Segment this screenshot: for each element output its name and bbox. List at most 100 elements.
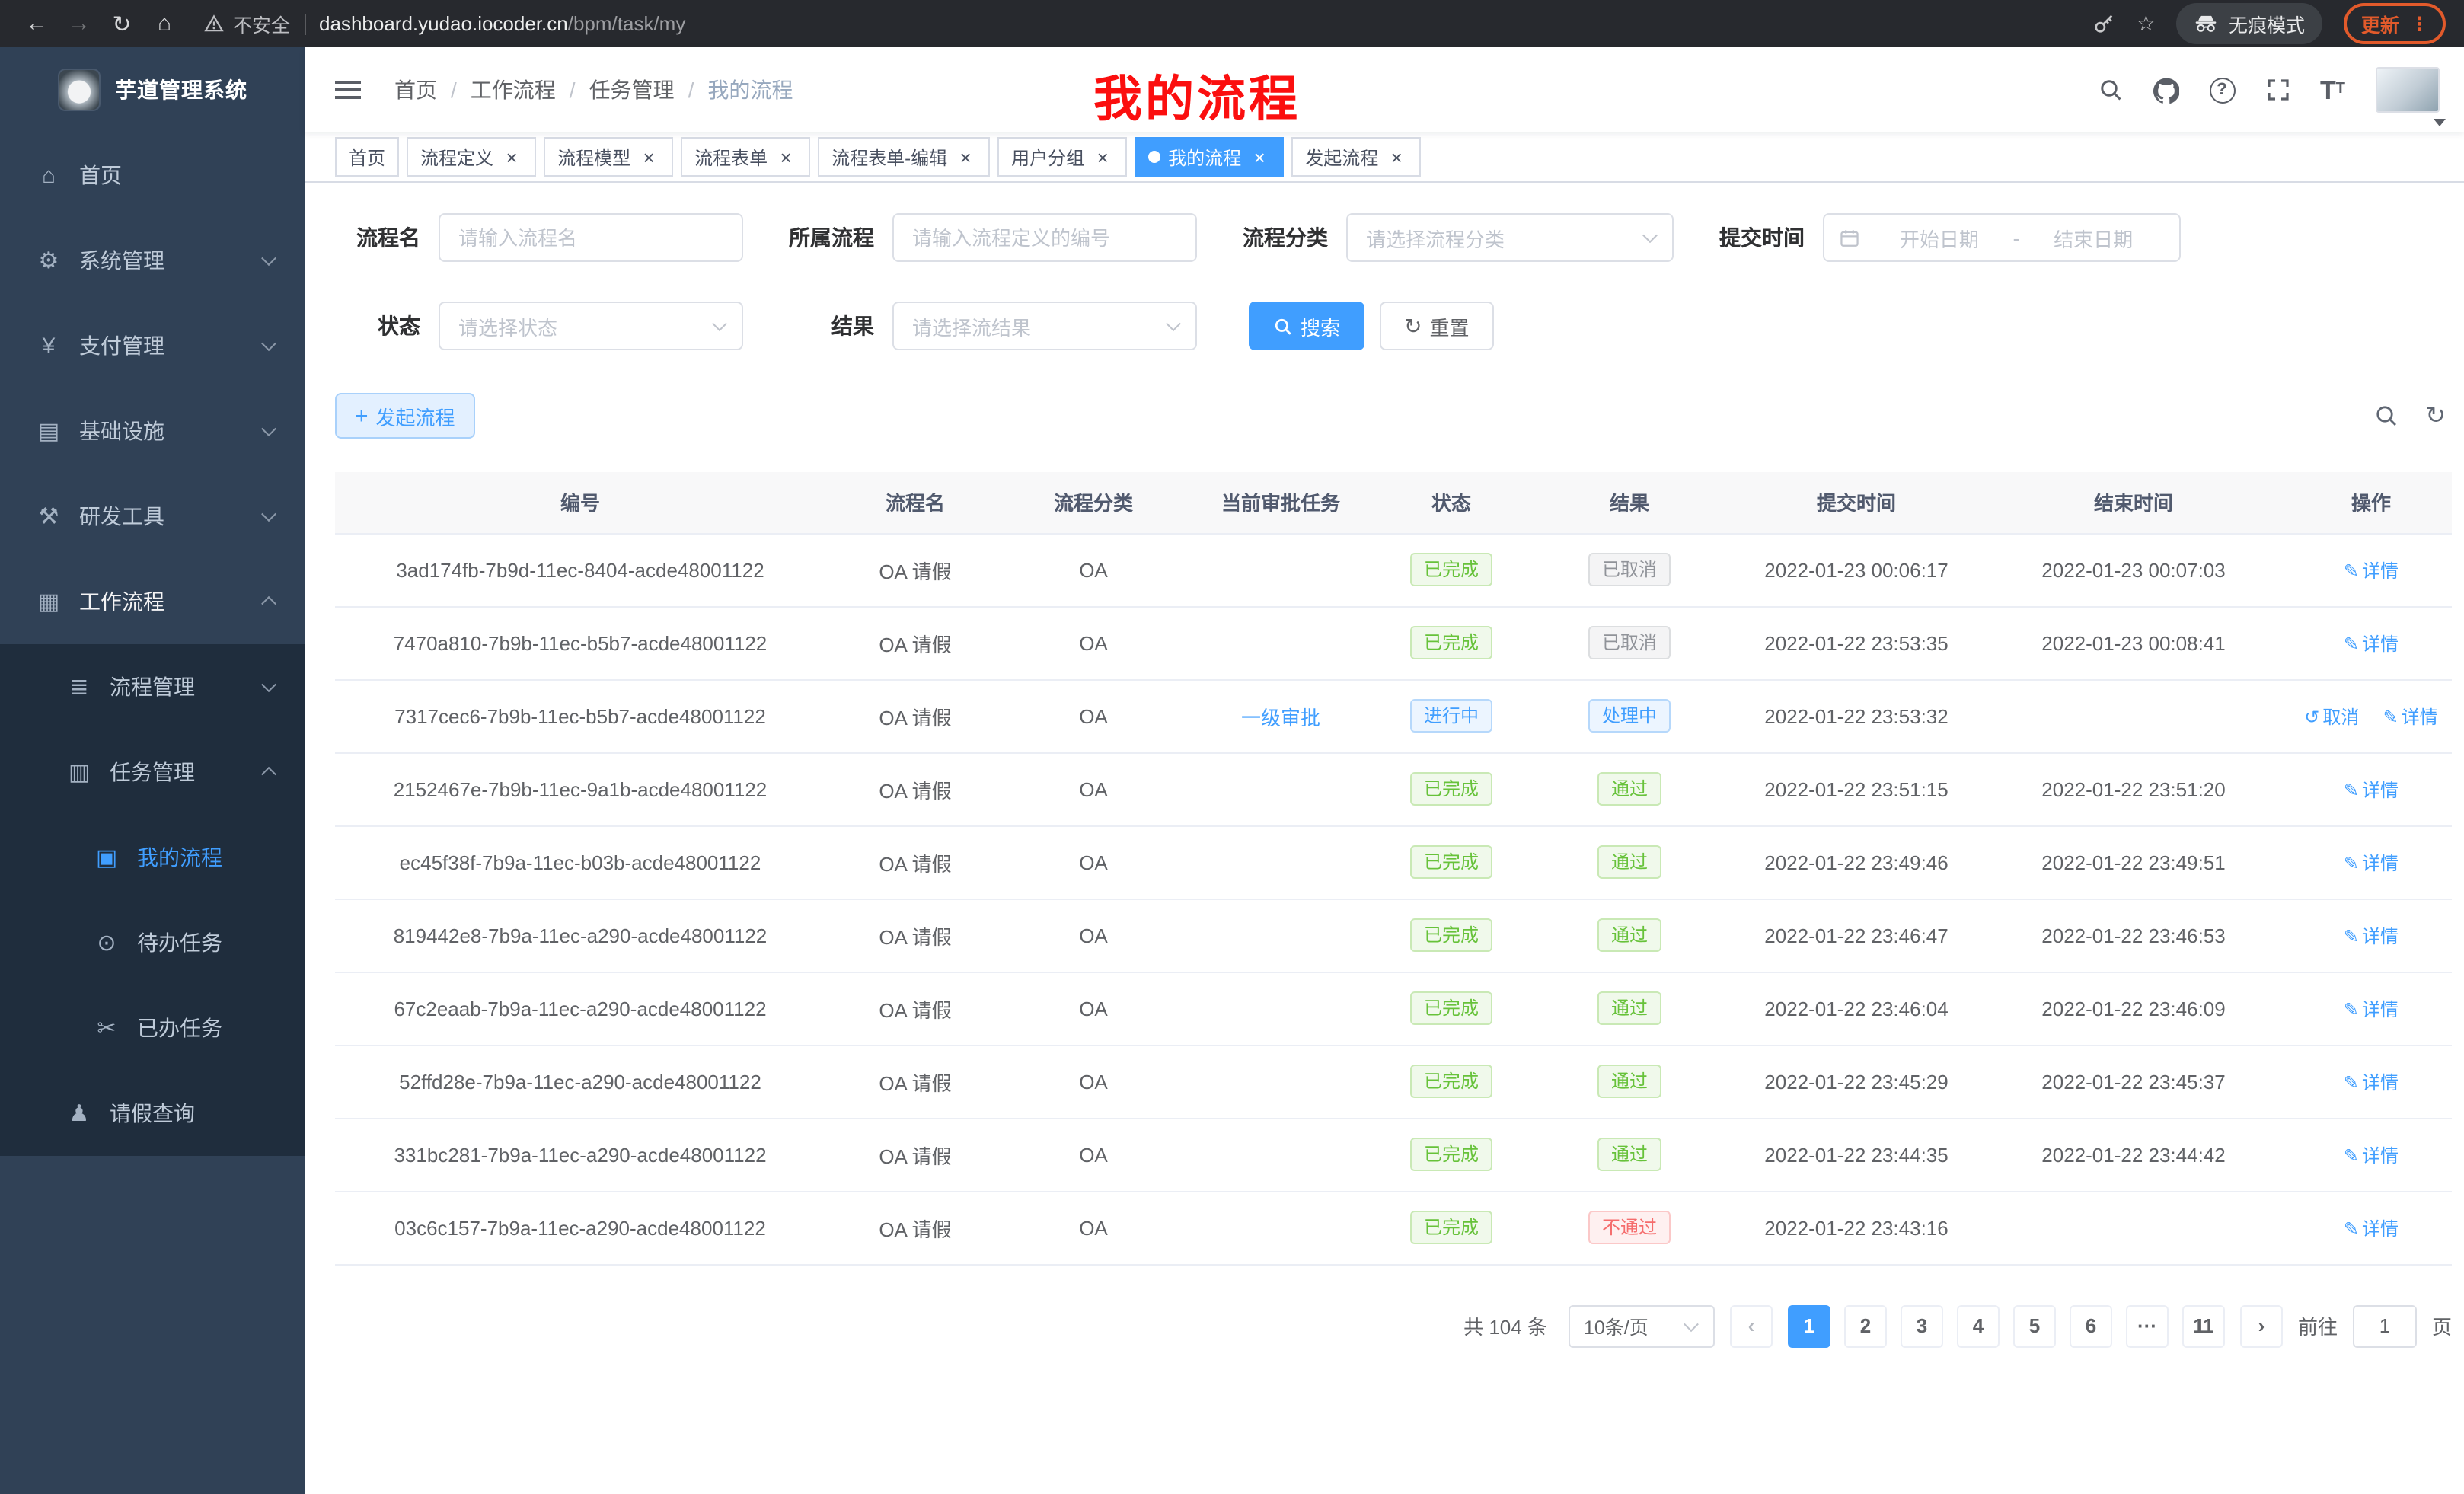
page-number-button[interactable]: 6 xyxy=(2070,1304,2112,1347)
detail-link[interactable]: ✎详情 xyxy=(2344,1071,2399,1093)
hamburger-icon[interactable] xyxy=(329,75,367,105)
address-bar[interactable]: 不安全 dashboard.yudao.iocoder.cn/bpm/task/… xyxy=(204,9,2086,38)
next-page-button[interactable]: › xyxy=(2240,1304,2283,1347)
page-number-button[interactable]: 2 xyxy=(1844,1304,1887,1347)
detail-link[interactable]: ✎详情 xyxy=(2344,560,2399,581)
sidebar-menu-item[interactable]: ▣ 我的流程 xyxy=(0,815,305,900)
site-security[interactable]: 不安全 xyxy=(204,9,290,38)
detail-link[interactable]: ✎详情 xyxy=(2383,706,2438,727)
sidebar-menu-item[interactable]: ≣ 流程管理 xyxy=(0,644,305,729)
search-button[interactable]: 搜索 xyxy=(1249,302,1364,350)
table-row: 2152467e-7b9b-11ec-9a1b-acde48001122 OA … xyxy=(335,752,2452,825)
close-icon[interactable]: × xyxy=(1092,146,1113,168)
detail-link[interactable]: ✎详情 xyxy=(2344,1218,2399,1239)
column-header[interactable]: 流程分类 xyxy=(1005,472,1182,533)
breadcrumb-item[interactable]: 我的流程 xyxy=(707,75,793,105)
detail-link[interactable]: ✎详情 xyxy=(2344,779,2399,800)
page-number-button[interactable]: 5 xyxy=(2013,1304,2056,1347)
update-button[interactable]: 更新 ⋮ xyxy=(2344,3,2446,44)
close-icon[interactable]: × xyxy=(501,146,522,168)
column-header[interactable]: 结束时间 xyxy=(1977,472,2290,533)
table-row: 67c2eaab-7b9a-11ec-a290-acde48001122 OA … xyxy=(335,972,2452,1045)
status-filter-select[interactable]: 请选择状态 xyxy=(439,302,743,350)
cell-category: OA xyxy=(1005,1118,1182,1191)
column-header[interactable]: 状态 xyxy=(1380,472,1523,533)
font-size-icon[interactable]: TT xyxy=(2320,77,2345,103)
reload-icon[interactable]: ↻ xyxy=(104,10,140,37)
close-icon[interactable]: × xyxy=(1386,146,1407,168)
view-tab[interactable]: 流程模型 × xyxy=(544,137,673,177)
detail-link[interactable]: ✎详情 xyxy=(2344,925,2399,947)
avatar[interactable] xyxy=(2376,67,2440,113)
page-size-select[interactable]: 10条/页 xyxy=(1569,1304,1715,1347)
close-icon[interactable]: × xyxy=(638,146,659,168)
sidebar-menu-item[interactable]: ✂ 已办任务 xyxy=(0,985,305,1071)
help-icon[interactable]: ? xyxy=(2209,77,2235,103)
forward-icon[interactable]: → xyxy=(61,11,97,37)
fullscreen-icon[interactable] xyxy=(2265,78,2290,102)
show-search-icon[interactable] xyxy=(2373,404,2398,428)
reset-button[interactable]: ↻ 重置 xyxy=(1380,302,1494,350)
close-icon[interactable]: × xyxy=(1249,146,1270,168)
detail-link[interactable]: ✎详情 xyxy=(2344,1144,2399,1166)
column-header[interactable]: 当前审批任务 xyxy=(1182,472,1380,533)
breadcrumb-item[interactable]: 工作流程 xyxy=(471,75,556,105)
name-filter-input[interactable] xyxy=(439,213,743,262)
github-icon[interactable] xyxy=(2153,77,2178,103)
sidebar-menu-item[interactable]: ▦ 工作流程 xyxy=(0,559,305,644)
sidebar-menu-item[interactable]: ▤ 基础设施 xyxy=(0,388,305,474)
sidebar-menu-item[interactable]: ⊙ 待办任务 xyxy=(0,900,305,985)
detail-link[interactable]: ✎详情 xyxy=(2344,633,2399,654)
cell-submit-time: 2022-01-22 23:46:04 xyxy=(1736,972,1977,1045)
result-filter-select[interactable]: 请选择流结果 xyxy=(892,302,1197,350)
view-tab[interactable]: 用户分组 × xyxy=(997,137,1127,177)
close-icon[interactable]: × xyxy=(955,146,976,168)
search-icon[interactable] xyxy=(2098,78,2122,102)
view-tab[interactable]: 流程定义 × xyxy=(407,137,536,177)
category-filter-select[interactable]: 请选择流程分类 xyxy=(1346,213,1674,262)
sidebar-menu-item[interactable]: ⌂ 首页 xyxy=(0,132,305,218)
definition-filter-input[interactable] xyxy=(892,213,1197,262)
breadcrumb-item[interactable]: 任务管理 xyxy=(589,75,675,105)
submit-time-range-picker[interactable]: 开始日期 - 结束日期 xyxy=(1823,213,2181,262)
browser-menu-icon[interactable]: ⋮ xyxy=(2410,12,2429,35)
page-number-button[interactable]: 4 xyxy=(1957,1304,2000,1347)
page-number-button[interactable]: 1 xyxy=(1788,1304,1830,1347)
app-logo[interactable]: 芋道管理系统 xyxy=(0,47,305,132)
browser-home-icon[interactable]: ⌂ xyxy=(146,11,183,37)
column-header[interactable]: 流程名 xyxy=(825,472,1005,533)
prev-page-button[interactable]: ‹ xyxy=(1730,1304,1773,1347)
cancel-link[interactable]: ↺取消 xyxy=(2304,706,2359,727)
view-tab[interactable]: 流程表单 × xyxy=(681,137,810,177)
sidebar-menu-item[interactable]: ♟ 请假查询 xyxy=(0,1071,305,1156)
key-icon[interactable] xyxy=(2092,12,2115,35)
sidebar-menu-item[interactable]: ⚙ 系统管理 xyxy=(0,218,305,303)
page-number-button[interactable]: 3 xyxy=(1901,1304,1943,1347)
sidebar-menu-item[interactable]: ⚒ 研发工具 xyxy=(0,474,305,559)
back-icon[interactable]: ← xyxy=(18,11,55,37)
column-header[interactable]: 结果 xyxy=(1523,472,1736,533)
page-number-button[interactable]: ··· xyxy=(2126,1304,2169,1347)
sidebar-menu-item[interactable]: ¥ 支付管理 xyxy=(0,303,305,388)
sidebar-menu-item[interactable]: ▥ 任务管理 xyxy=(0,729,305,815)
column-header[interactable]: 操作 xyxy=(2290,472,2452,533)
refresh-table-icon[interactable]: ↻ xyxy=(2425,401,2446,431)
view-tab[interactable]: 发起流程 × xyxy=(1291,137,1421,177)
cell-end-time: 2022-01-23 00:07:03 xyxy=(1977,533,2290,606)
view-tab[interactable]: 我的流程 × xyxy=(1135,137,1284,177)
detail-link[interactable]: ✎详情 xyxy=(2344,852,2399,873)
bookmark-star-icon[interactable]: ☆ xyxy=(2137,11,2156,37)
cell-end-time: 2022-01-22 23:45:37 xyxy=(1977,1045,2290,1118)
view-tab[interactable]: 流程表单-编辑 × xyxy=(818,137,990,177)
detail-link[interactable]: ✎详情 xyxy=(2344,998,2399,1020)
close-icon[interactable]: × xyxy=(775,146,796,168)
column-header[interactable]: 提交时间 xyxy=(1736,472,1977,533)
breadcrumb-item[interactable]: 首页 xyxy=(394,75,437,105)
edit-icon: ✎ xyxy=(2383,706,2399,727)
current-task-link[interactable]: 一级审批 xyxy=(1241,706,1320,729)
page-number-button[interactable]: 11 xyxy=(2182,1304,2225,1347)
column-header[interactable]: 编号 xyxy=(335,472,825,533)
create-process-button[interactable]: + 发起流程 xyxy=(335,393,475,439)
view-tab[interactable]: 首页 xyxy=(335,137,399,177)
goto-page-input[interactable] xyxy=(2353,1304,2417,1347)
